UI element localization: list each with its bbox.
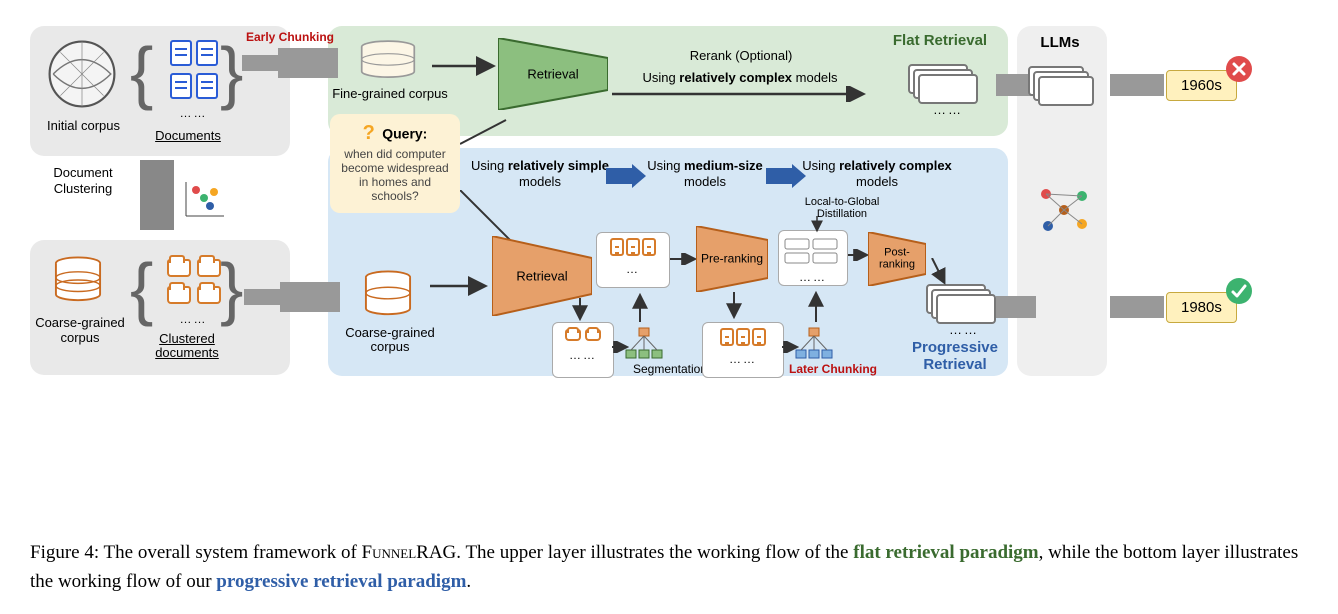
arrow-docs2-right [782, 340, 800, 356]
figure-caption: Figure 4: The overall system framework o… [30, 539, 1308, 596]
arrow-flat-out [612, 86, 872, 105]
postranking-trap: Post-ranking [868, 232, 926, 286]
documents-label: Documents [148, 128, 228, 143]
cluster-scatter-icon [180, 180, 226, 223]
llms-label: LLMs [1020, 34, 1100, 51]
flat-complex-label: Using relatively complex models [620, 70, 860, 85]
arrow-folders-right [612, 340, 630, 356]
later-chunking-label: Later Chunking [778, 362, 888, 376]
segmentation-tree-icon [624, 326, 664, 367]
flat-title: Flat Retrieval [880, 32, 1000, 49]
brace-open-2: { [130, 248, 153, 328]
flat-retrieval-trap: Retrieval [498, 38, 608, 110]
arrow-post-out [926, 258, 950, 291]
arrow-llm-out-bottom [1108, 296, 1164, 321]
query-text: when did computer become widespread in h… [340, 147, 450, 203]
chunking-tree-icon [794, 326, 834, 367]
retrieval-out-docs: … [596, 232, 670, 288]
retrieval-out-folders: …… [552, 322, 614, 378]
dots-prog-out: …… [934, 322, 994, 337]
wiki-globe-icon [46, 38, 118, 110]
doc-clustering-label: Document Clustering [38, 165, 128, 196]
arrow-query-up [460, 116, 510, 149]
fine-corpus-label: Fine-grained corpus [330, 86, 450, 101]
simple-models-label: Using relatively simple models [470, 158, 610, 189]
dots-flat-out: …… [918, 102, 978, 117]
arrow-cards-right [848, 248, 870, 264]
graph-icon [1036, 184, 1092, 237]
coarse-corpus-label: Coarse-grained corpus [30, 316, 130, 346]
arrow-clustering [140, 160, 174, 233]
prerank-out-docs: …… [702, 322, 784, 378]
medium-models-label: Using medium-size models [640, 158, 770, 189]
arrow-chunk-up [806, 288, 826, 329]
arrow-l2g-down [810, 216, 824, 237]
arrow-fine-to-retrieval [432, 56, 502, 79]
blue-arrow-2 [766, 164, 806, 191]
arrow-llm-out-top [1108, 74, 1164, 99]
preranking-trap: Pre-ranking [696, 226, 768, 292]
query-box: ? Query: when did computer become widesp… [330, 114, 460, 213]
correct-badge-icon [1226, 278, 1252, 304]
arrow-coarse-to-retrieval [430, 276, 494, 299]
arrow-early-chunking [238, 48, 338, 81]
coarse-corpus-cylinder-left [44, 256, 112, 304]
arrow-ret-out-down [570, 298, 590, 327]
prerank-out-cards: …… [778, 230, 848, 286]
question-mark-icon: ? [363, 122, 375, 145]
query-label: Query: [382, 126, 427, 142]
early-chunking-label: Early Chunking [240, 30, 340, 44]
arrow-seg-up [630, 290, 650, 329]
arrow-clustered-to-corpus [240, 282, 340, 315]
l2g-label: Local-to-Global Distillation [782, 196, 902, 220]
complex2-models-label: Using relatively complex models [802, 158, 952, 189]
output-right: 1980s [1166, 292, 1237, 323]
fine-corpus-cylinder [352, 40, 424, 80]
wrong-badge-icon [1226, 56, 1252, 82]
initial-corpus-label: Initial corpus [36, 118, 131, 133]
clustered-docs-label: Clustered documents [142, 332, 232, 361]
prog-title: Progressive Retrieval [900, 340, 1010, 373]
arrow-prerank-down [724, 292, 744, 325]
blue-arrow-1 [606, 164, 646, 191]
rerank-label: Rerank (Optional) [636, 48, 846, 63]
brace-open-1: { [130, 32, 153, 112]
coarse-corpus2-label: Coarse-grained corpus [330, 326, 450, 355]
output-wrong: 1960s [1166, 70, 1237, 101]
arrow-prog-to-llm [996, 296, 1036, 321]
coarse-corpus-cylinder-right [352, 270, 424, 318]
system-diagram: Initial corpus { …… } Documents Document… [30, 20, 1130, 390]
